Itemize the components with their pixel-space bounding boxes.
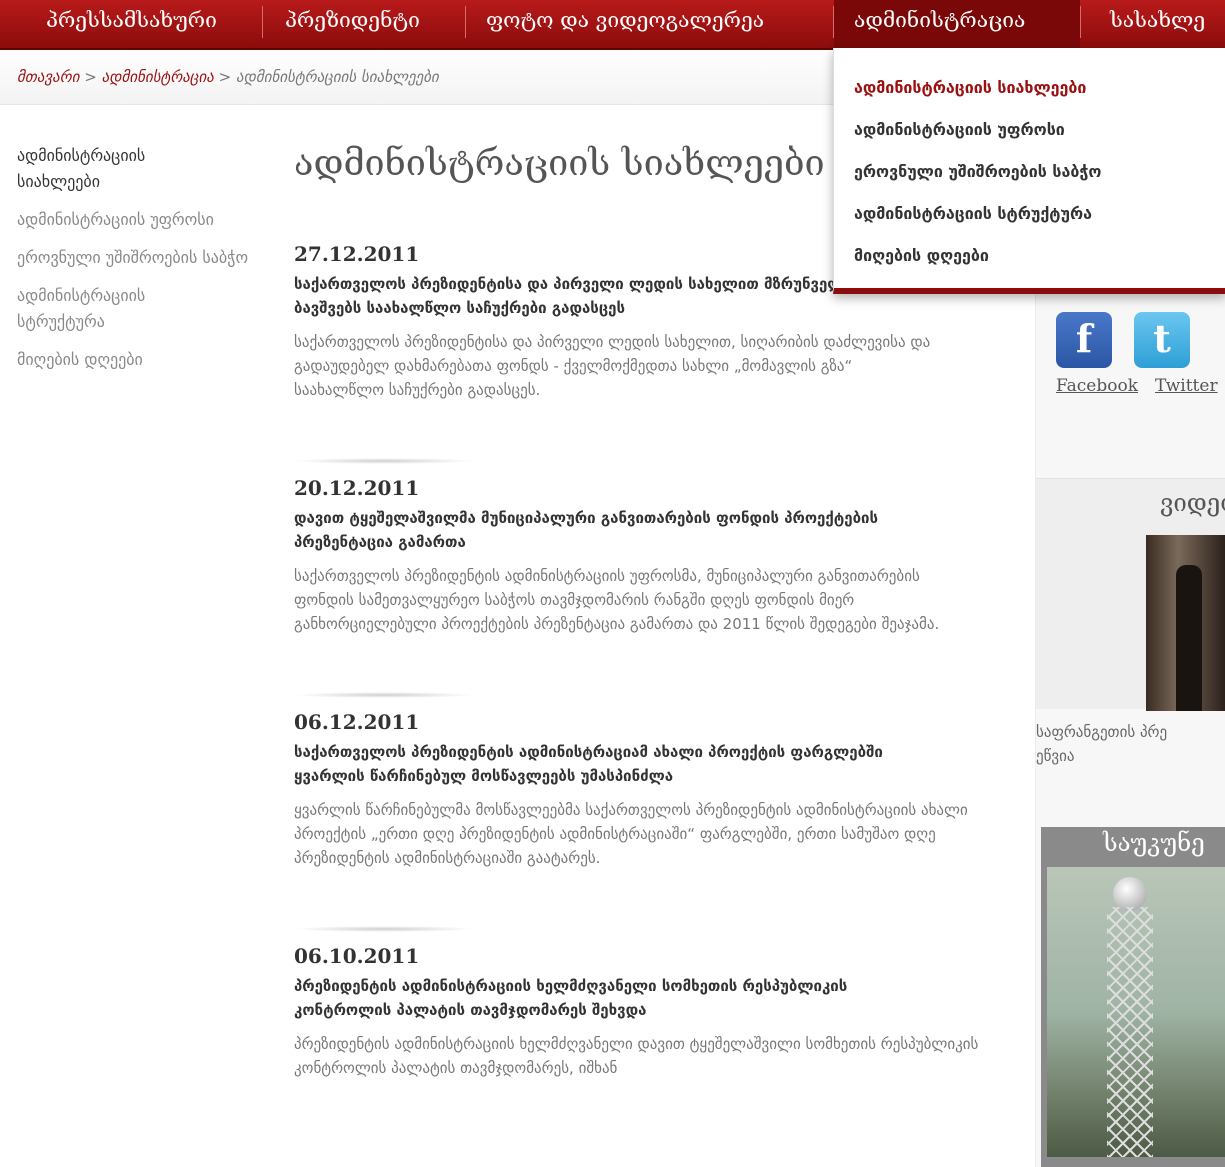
centuries-widget: საუკუნე bbox=[1041, 827, 1225, 1167]
news-item: 20.12.2011 დავით ტყეშელაშვილმა მუნიციპალ… bbox=[294, 474, 994, 636]
video-widget: ვიდეო bbox=[1036, 478, 1225, 711]
twitter-link[interactable]: Twitter bbox=[1155, 376, 1218, 396]
twitter-icon[interactable]: t bbox=[1134, 312, 1190, 368]
news-item: 06.12.2011 საქართველოს პრეზიდენტის ადმინ… bbox=[294, 708, 994, 870]
administration-dropdown-menu: ადმინისტრაციის სიახლეები ადმინისტრაციის … bbox=[833, 48, 1225, 294]
sidebar-item-reception-days[interactable]: მიღების დღეები bbox=[17, 347, 267, 373]
dropdown-item-admin-head[interactable]: ადმინისტრაციის უფროსი bbox=[854, 120, 1065, 139]
nav-item-palace[interactable]: სასახლე bbox=[1110, 0, 1205, 48]
dropdown-item-security-council[interactable]: ეროვნული უშიშროების საბჭო bbox=[854, 162, 1101, 181]
dropdown-item-admin-structure[interactable]: ადმინისტრაციის სტრუქტურა bbox=[854, 204, 1092, 223]
nav-separator bbox=[465, 6, 466, 38]
video-caption-link[interactable]: საფრანგეთის პრე ეწვია bbox=[1036, 720, 1225, 768]
news-headline-link[interactable]: საქართველოს პრეზიდენტის ადმინისტრაციამ ა… bbox=[294, 740, 934, 788]
nav-separator bbox=[1080, 6, 1081, 38]
nav-item-press[interactable]: პრესსამსახური bbox=[46, 0, 217, 48]
video-widget-title: ვიდეო bbox=[1160, 489, 1225, 517]
centuries-widget-title: საუკუნე bbox=[1103, 829, 1205, 857]
nav-item-administration[interactable]: ადმინისტრაცია bbox=[834, 0, 1080, 48]
nav-item-president[interactable]: პრეზიდენტი bbox=[285, 0, 420, 48]
news-summary: საქართველოს პრეზიდენტისა და პირველი ლედი… bbox=[294, 333, 931, 399]
sidebar-item-admin-head[interactable]: ადმინისტრაციის უფროსი bbox=[17, 207, 267, 233]
dropdown-item-reception-days[interactable]: მიღების დღეები bbox=[854, 246, 989, 265]
dropdown-item-admin-news[interactable]: ადმინისტრაციის სიახლეები bbox=[854, 78, 1086, 97]
facebook-icon[interactable]: f bbox=[1056, 312, 1112, 368]
news-divider bbox=[294, 692, 474, 698]
sidebar: ადმინისტრაციის სიახლეები ადმინისტრაციის … bbox=[17, 143, 267, 385]
news-summary: ყვარლის წარჩინებულმა მოსწავლეებმა საქართ… bbox=[294, 801, 968, 867]
nav-separator bbox=[262, 6, 263, 38]
news-date: 20.12.2011 bbox=[294, 476, 420, 500]
sidebar-item-admin-structure[interactable]: ადმინისტრაციის სტრუქტურა bbox=[17, 283, 202, 335]
news-item: 06.10.2011 პრეზიდენტის ადმინისტრაციის ხე… bbox=[294, 942, 994, 1080]
news-headline-link[interactable]: დავით ტყეშელაშვილმა მუნიციპალური განვითა… bbox=[294, 506, 934, 554]
breadcrumb-current: ადმინისტრაციის სიახლეები bbox=[236, 68, 439, 86]
video-thumbnail[interactable] bbox=[1146, 535, 1225, 711]
news-headline-link[interactable]: პრეზიდენტის ადმინისტრაციის ხელმძღვანელი … bbox=[294, 974, 894, 1022]
facebook-link[interactable]: Facebook bbox=[1056, 376, 1138, 396]
news-date: 06.12.2011 bbox=[294, 710, 420, 734]
news-divider bbox=[294, 926, 474, 932]
news-summary: საქართველოს პრეზიდენტის ადმინისტრაციის უ… bbox=[294, 567, 940, 633]
top-navigation: პრესსამსახური პრეზიდენტი ფოტო და ვიდეოგა… bbox=[0, 0, 1225, 50]
news-divider bbox=[294, 458, 474, 464]
breadcrumb-separator: > bbox=[218, 68, 232, 86]
sidebar-item-admin-news[interactable]: ადმინისტრაციის სიახლეები bbox=[17, 143, 202, 195]
news-date: 06.10.2011 bbox=[294, 944, 420, 968]
breadcrumb-home-link[interactable]: მთავარი bbox=[17, 68, 79, 86]
centuries-image[interactable] bbox=[1047, 867, 1225, 1157]
breadcrumb-separator: > bbox=[84, 68, 97, 86]
nav-item-gallery[interactable]: ფოტო და ვიდეოგალერეა bbox=[486, 0, 764, 48]
sidebar-item-security-council[interactable]: ეროვნული უშიშროების საბჭო bbox=[17, 245, 262, 271]
news-summary: პრეზიდენტის ადმინისტრაციის ხელმძღვანელი … bbox=[294, 1035, 979, 1077]
breadcrumb-section-link[interactable]: ადმინისტრაცია bbox=[102, 68, 214, 86]
